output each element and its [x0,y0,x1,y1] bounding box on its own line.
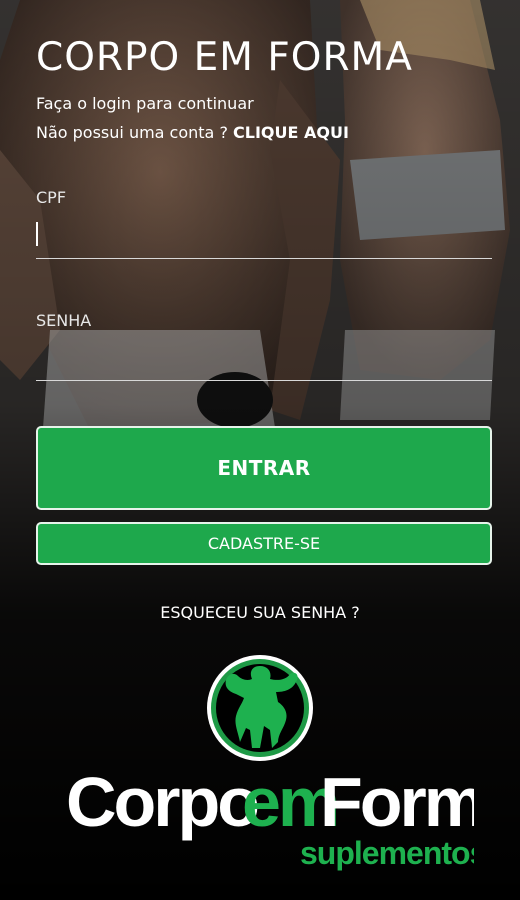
cpf-input[interactable] [36,226,492,259]
login-button[interactable]: ENTRAR [36,426,492,510]
signup-link[interactable]: CLIQUE AQUI [233,123,349,142]
logo-emblem [207,655,313,761]
signup-prompt: Não possui uma conta ? CLIQUE AQUI [36,123,349,142]
brand-logo: Corpo em Forma suplementos [66,655,474,871]
password-input[interactable] [36,348,492,381]
login-screen: CORPO EM FORMA Faça o login para continu… [0,0,520,900]
logo-tagline: suplementos [300,835,474,871]
cpf-label: CPF [36,188,67,207]
logo-word-corpo: Corpo [66,763,258,841]
forgot-password-link[interactable]: ESQUECEU SUA SENHA ? [0,603,520,622]
login-content: CORPO EM FORMA Faça o login para continu… [0,0,520,900]
logo-word-forma: Forma [320,763,474,841]
password-label: SENHA [36,311,92,330]
page-title: CORPO EM FORMA [36,35,413,80]
signup-prompt-text: Não possui uma conta ? [36,123,234,142]
text-cursor [36,222,38,246]
register-button[interactable]: CADASTRE-SE [36,522,492,565]
login-subtitle: Faça o login para continuar [36,94,254,113]
